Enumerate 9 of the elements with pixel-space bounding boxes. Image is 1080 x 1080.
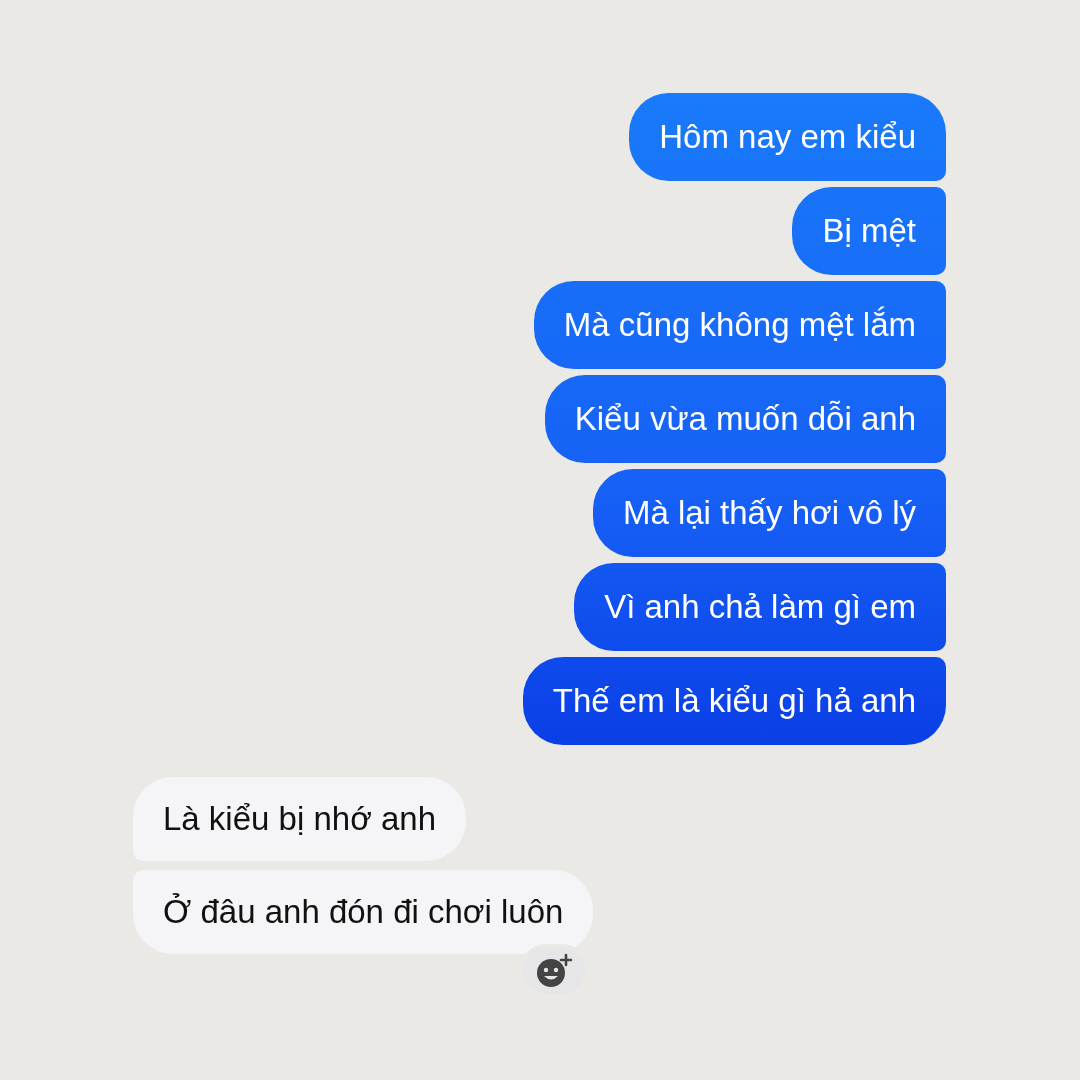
message-bubble: Vì anh chả làm gì em xyxy=(574,563,946,651)
message-bubble: Bị mệt xyxy=(792,187,946,275)
message-bubble: Mà cũng không mệt lắm xyxy=(533,281,946,369)
message-bubble: Kiểu vừa muốn dỗi anh xyxy=(544,375,946,463)
message-bubble: Là kiểu bị nhớ anh xyxy=(133,777,466,861)
message-bubble: Thế em là kiểu gì hả anh xyxy=(522,657,946,745)
message-bubble: Hôm nay em kiểu xyxy=(629,93,946,181)
smiley-plus-icon xyxy=(535,952,574,989)
message-bubble: Mà lại thấy hơi vô lý xyxy=(592,469,946,557)
